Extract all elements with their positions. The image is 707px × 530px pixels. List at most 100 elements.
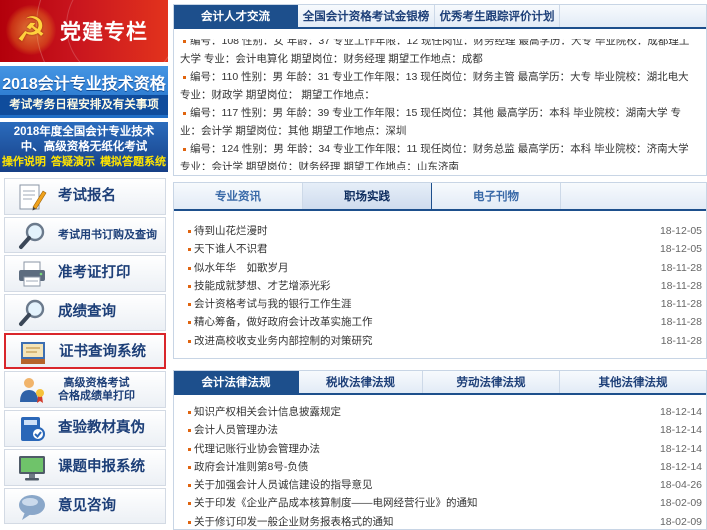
item-date: 18-12-14 [659, 424, 702, 437]
bullet-icon [188, 284, 191, 288]
magnifier-icon [15, 221, 49, 251]
magnifier-icon [15, 298, 49, 328]
list-item[interactable]: 技能成就梦想、才艺增添光彩 18-11-28 [188, 277, 702, 295]
menu-exam-registration[interactable]: 考试报名 [4, 178, 166, 215]
bullet-icon [188, 429, 191, 433]
printer-icon [15, 259, 49, 289]
talent-record[interactable]: 编号：108 性别：女 年龄：37 专业工作年限：12 现任岗位：财务经理 最高… [180, 39, 695, 68]
list-item[interactable]: 待到山花烂漫时 18-12-05 [188, 222, 702, 240]
list-item[interactable]: 会计资格考试与我的银行工作生涯 18-11-28 [188, 295, 702, 313]
bullet-icon [188, 303, 191, 307]
tab-labor-law[interactable]: 劳动法律法规 [423, 371, 560, 393]
menu-certificate-query[interactable]: 证书查询系统 [4, 332, 166, 370]
item-date: 18-11-28 [660, 279, 702, 292]
talent-record[interactable]: 编号：124 性别：男 年龄：34 专业工作年限：11 现任岗位：财务总监 最高… [180, 140, 695, 170]
workplace-practice-panel: 专业资讯 职场实践 电子刊物 待到山花烂漫时 18-12-05 天下谁人不识君 18… [173, 182, 707, 359]
tab-other-law[interactable]: 其他法律法规 [560, 371, 706, 393]
bullet-icon [188, 230, 191, 233]
tab-talent-exchange[interactable]: 会计人才交流 [174, 5, 298, 27]
menu-book-order[interactable]: 考试用书订购及查询 [4, 216, 166, 254]
item-title: 改进高校收支业务内部控制的对策研究 [194, 334, 373, 347]
tab-e-journal[interactable]: 电子刊物 [432, 183, 561, 209]
item-title: 待到山花烂漫时 [194, 225, 268, 237]
bullet-icon [188, 465, 191, 469]
item-date: 18-11-28 [660, 261, 702, 274]
list-item[interactable]: 政府会计准则第8号-负债 18-12-14 [188, 458, 702, 476]
item-title: 天下谁人不识君 [194, 243, 268, 256]
tab-professional-news[interactable]: 专业资讯 [174, 183, 303, 209]
list-item[interactable]: 天下谁人不识君 18-12-05 [188, 240, 702, 258]
party-banner-title: 党建专栏 [60, 21, 148, 44]
list-item[interactable]: 关于加强会计人员诚信建设的指导意见 18-04-26 [188, 476, 702, 494]
sidebar: ☭ 党建专栏 2018会计专业技术资格 考试考务日程安排及有关事项 2018年度… [0, 0, 168, 530]
monitor-icon [15, 453, 49, 483]
qa-demo-link[interactable]: 答疑演示 [51, 156, 95, 168]
book-verify-icon [15, 414, 49, 444]
mock-exam-link[interactable]: 模拟答题系统 [100, 156, 166, 168]
item-date: 18-12-05 [659, 225, 702, 237]
talent-record[interactable]: 编号：110 性别：男 年龄：31 专业工作年限：13 现任岗位：财务主管 最高… [180, 68, 695, 104]
bullet-icon [183, 39, 186, 43]
tab-accounting-law[interactable]: 会计法律法规 [174, 371, 299, 393]
list-item[interactable]: 代理记账行业协会管理办法 18-12-14 [188, 440, 702, 458]
list-item[interactable]: 关于印发《企业产品成本核算制度——电网经营行业》的通知 18-02-09 [188, 494, 702, 512]
paperless-banner-line2: 中、高级资格无纸化考试 [20, 141, 148, 153]
list-item[interactable]: 精心筹备，做好政府会计改革实施工作 18-11-28 [188, 313, 702, 331]
bullet-icon [188, 484, 191, 488]
menu-admission-ticket-print[interactable]: 准考证打印 [4, 255, 166, 293]
bullet-icon [188, 321, 191, 325]
menu-score-query[interactable]: 成绩查询 [4, 294, 166, 331]
menu-senior-score-print[interactable]: 高级资格考试 合格成绩单打印 [4, 371, 166, 409]
talent-records-scroller: 编号：108 性别：女 年龄：37 专业工作年限：12 现任岗位：财务经理 最高… [174, 39, 706, 170]
practice-tabbar: 专业资讯 职场实践 电子刊物 [174, 183, 706, 211]
menu-label: 考试用书订购及查询 [58, 228, 157, 241]
tab-workplace-practice[interactable]: 职场实践 [303, 183, 432, 209]
talent-record[interactable]: 编号：117 性别：男 年龄：39 专业工作年限：15 现任岗位：其他 最高学历… [180, 104, 695, 140]
tab-tax-law[interactable]: 税收法律法规 [299, 371, 423, 393]
operation-guide-link[interactable]: 操作说明 [2, 156, 46, 168]
exam-schedule-banner[interactable]: 2018会计专业技术资格 考试考务日程安排及有关事项 [0, 66, 168, 118]
menu-label-line2: 合格成绩单打印 [58, 390, 135, 403]
party-building-banner[interactable]: ☭ 党建专栏 [0, 0, 168, 62]
item-date: 18-11-28 [660, 298, 702, 311]
menu-label: 查验教材真伪 [58, 420, 145, 437]
menu-label: 成绩查询 [58, 304, 116, 321]
list-item[interactable]: 知识产权相关会计信息披露规定 18-12-14 [188, 403, 702, 421]
menu-label-line1: 高级资格考试 [63, 377, 130, 390]
list-item[interactable]: 似水年华 如歌岁月 18-11-28 [188, 259, 702, 277]
talent-exchange-panel: 会计人才交流 全国会计资格考试金银榜 优秀考生跟踪评价计划 编号：108 性别：… [173, 4, 707, 176]
menu-label: 课题申报系统 [58, 458, 145, 475]
item-title: 代理记账行业协会管理办法 [194, 442, 320, 455]
exam-banner-subtitle: 考试考务日程安排及有关事项 [0, 95, 168, 115]
item-title: 似水年华 如歌岁月 [194, 261, 289, 274]
bullet-icon [183, 147, 186, 151]
menu-textbook-verify[interactable]: 查验教材真伪 [4, 410, 166, 447]
tab-honor-roll[interactable]: 全国会计资格考试金银榜 [298, 5, 435, 27]
speech-bubble-icon [15, 492, 49, 522]
notepad-pencil-icon [15, 182, 49, 212]
menu-label: 证书查询系统 [59, 343, 146, 360]
menu-label: 考试报名 [58, 188, 116, 204]
item-title: 精心筹备，做好政府会计改革实施工作 [194, 316, 373, 329]
menu-label: 高级资格考试 合格成绩单打印 [58, 377, 135, 403]
list-item[interactable]: 改进高校收支业务内部控制的对策研究 18-11-28 [188, 332, 702, 350]
item-title: 会计资格考试与我的银行工作生涯 [194, 298, 352, 311]
item-title: 会计人员管理办法 [194, 424, 278, 437]
item-date: 18-12-14 [659, 460, 702, 473]
bullet-icon [183, 75, 186, 79]
laws-regulations-panel: 会计法律法规 税收法律法规 劳动法律法规 其他法律法规 知识产权相关会计信息披露… [173, 370, 707, 530]
menu-feedback[interactable]: 意见咨询 [4, 487, 166, 525]
paperless-exam-banner[interactable]: 2018年度全国会计专业技术 中、高级资格无纸化考试 操作说明 答疑演示 模拟答… [0, 122, 168, 172]
paperless-banner-links: 操作说明 答疑演示 模拟答题系统 [0, 155, 168, 169]
item-title: 关于修订印发一般企业财务报表格式的通知 [194, 515, 394, 528]
list-item[interactable]: 关于修订印发一般企业财务报表格式的通知 18-02-09 [188, 513, 702, 529]
item-title: 关于印发《企业产品成本核算制度——电网经营行业》的通知 [194, 497, 478, 510]
bullet-icon [188, 447, 191, 451]
exam-banner-title: 2018会计专业技术资格 [2, 76, 166, 93]
item-date: 18-12-05 [659, 243, 702, 256]
list-item[interactable]: 会计人员管理办法 18-12-14 [188, 421, 702, 439]
tab-candidate-tracking[interactable]: 优秀考生跟踪评价计划 [435, 5, 560, 27]
menu-project-application[interactable]: 课题申报系统 [4, 448, 166, 486]
menu-label: 意见咨询 [58, 497, 116, 514]
item-title: 关于加强会计人员诚信建设的指导意见 [194, 479, 373, 492]
